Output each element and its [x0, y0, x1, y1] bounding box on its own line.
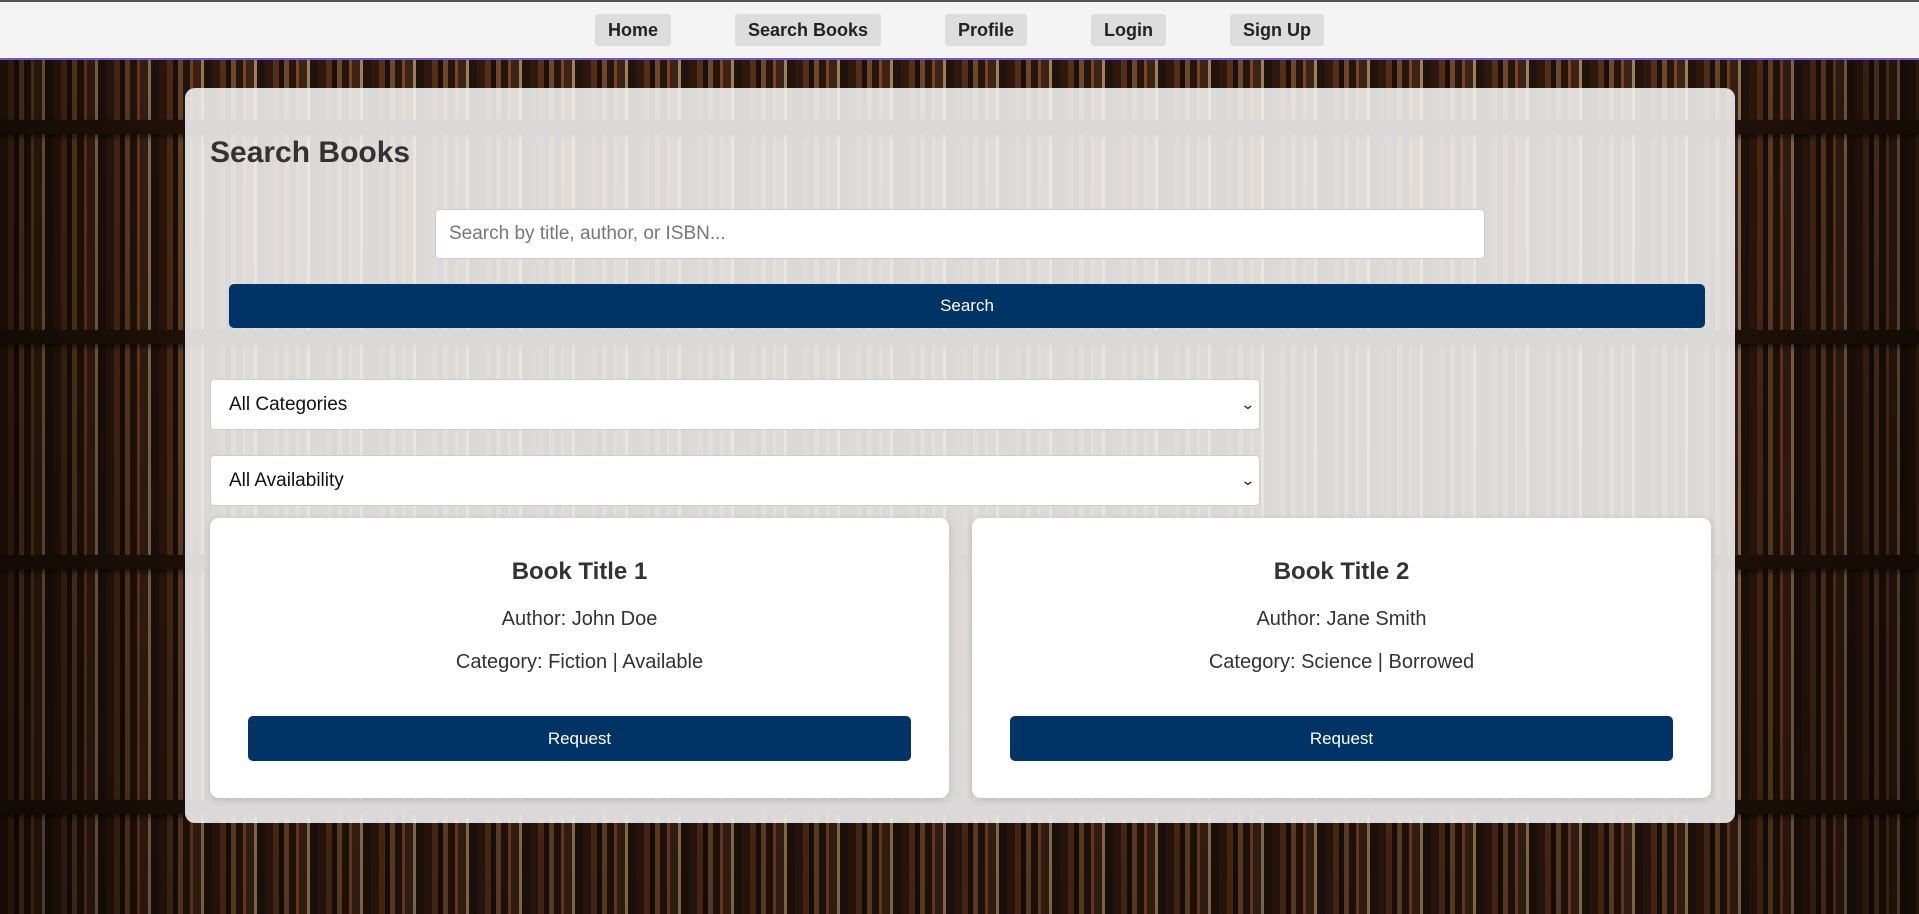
category-select-value: All Categories — [229, 393, 348, 415]
request-button[interactable]: Request — [1010, 716, 1673, 761]
search-input[interactable] — [435, 209, 1485, 259]
book-category-status: Category: Science | Borrowed — [1208, 651, 1475, 673]
nav-signup-link[interactable]: Sign Up — [1230, 14, 1325, 46]
book-author: Author: John Doe — [501, 608, 658, 630]
availability-select-value: All Availability — [229, 469, 344, 491]
nav-login-link[interactable]: Login — [1091, 14, 1167, 46]
book-author: Author: Jane Smith — [1256, 608, 1427, 630]
search-button[interactable]: Search — [229, 284, 1705, 328]
availability-select[interactable]: All Availability ⌄ — [210, 455, 1260, 506]
top-navbar: Home Search Books Profile Login Sign Up — [0, 0, 1919, 60]
search-panel: Search Books Search All Categories ⌄ All… — [185, 88, 1735, 823]
page-title: Search Books — [210, 136, 411, 169]
nav-profile-link[interactable]: Profile — [945, 14, 1028, 46]
book-title: Book Title 1 — [511, 558, 648, 585]
category-select[interactable]: All Categories ⌄ — [210, 379, 1260, 430]
request-button[interactable]: Request — [248, 716, 911, 761]
book-title: Book Title 2 — [1273, 558, 1410, 585]
book-category-status: Category: Fiction | Available — [455, 651, 704, 673]
chevron-down-icon: ⌄ — [1240, 472, 1256, 488]
book-card: Book Title 2 Author: Jane Smith Category… — [972, 518, 1711, 798]
nav-home-link[interactable]: Home — [594, 14, 671, 46]
book-card: Book Title 1 Author: John Doe Category: … — [210, 518, 949, 798]
nav-search-books-link[interactable]: Search Books — [734, 14, 882, 46]
chevron-down-icon: ⌄ — [1240, 396, 1256, 412]
